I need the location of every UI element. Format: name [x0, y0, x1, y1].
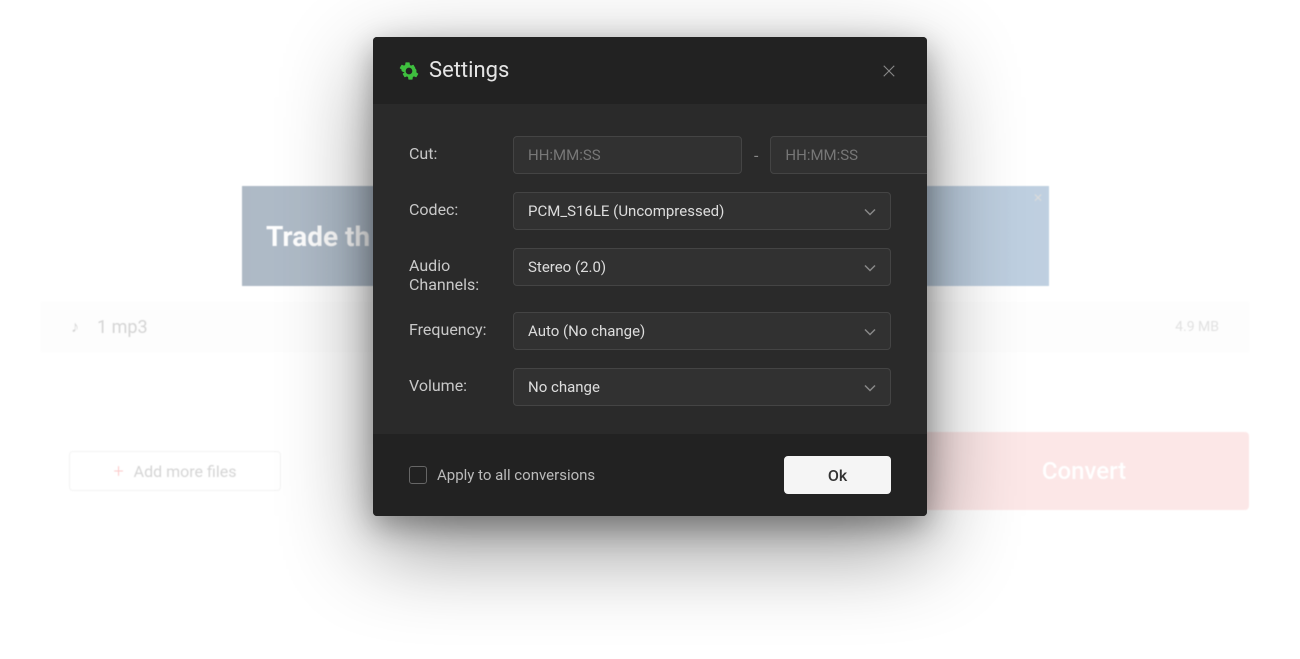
modal-backdrop: Settings Cut: - Codec:: [0, 0, 1300, 659]
cut-start-input[interactable]: [513, 136, 742, 174]
audio-channels-select[interactable]: Stereo (2.0): [513, 248, 891, 286]
ok-button[interactable]: Ok: [784, 456, 891, 494]
codec-select[interactable]: PCM_S16LE (Uncompressed): [513, 192, 891, 230]
codec-label: Codec:: [409, 192, 513, 219]
audio-channels-value: Stereo (2.0): [528, 258, 606, 276]
frequency-value: Auto (No change): [528, 322, 645, 340]
apply-all-label: Apply to all conversions: [437, 466, 595, 484]
chevron-down-icon: [864, 322, 876, 340]
modal-header: Settings: [373, 37, 927, 104]
apply-all-checkbox[interactable]: [409, 466, 427, 484]
codec-value: PCM_S16LE (Uncompressed): [528, 202, 724, 220]
settings-modal: Settings Cut: - Codec:: [373, 37, 927, 516]
close-button[interactable]: [877, 59, 901, 83]
chevron-down-icon: [864, 258, 876, 276]
modal-footer: Apply to all conversions Ok: [373, 434, 927, 516]
modal-title: Settings: [429, 58, 509, 83]
cut-separator: -: [754, 146, 758, 165]
chevron-down-icon: [864, 378, 876, 396]
volume-select[interactable]: No change: [513, 368, 891, 406]
volume-label: Volume:: [409, 368, 513, 395]
modal-body: Cut: - Codec: PCM_S16LE (Uncompressed): [373, 104, 927, 434]
apply-all-checkbox-wrap[interactable]: Apply to all conversions: [409, 466, 595, 484]
cut-label: Cut:: [409, 136, 513, 163]
cut-end-input[interactable]: [770, 136, 927, 174]
audio-channels-label: Audio Channels:: [409, 248, 513, 294]
frequency-select[interactable]: Auto (No change): [513, 312, 891, 350]
frequency-label: Frequency:: [409, 312, 513, 339]
gear-icon: [399, 61, 419, 81]
chevron-down-icon: [864, 202, 876, 220]
volume-value: No change: [528, 378, 600, 396]
